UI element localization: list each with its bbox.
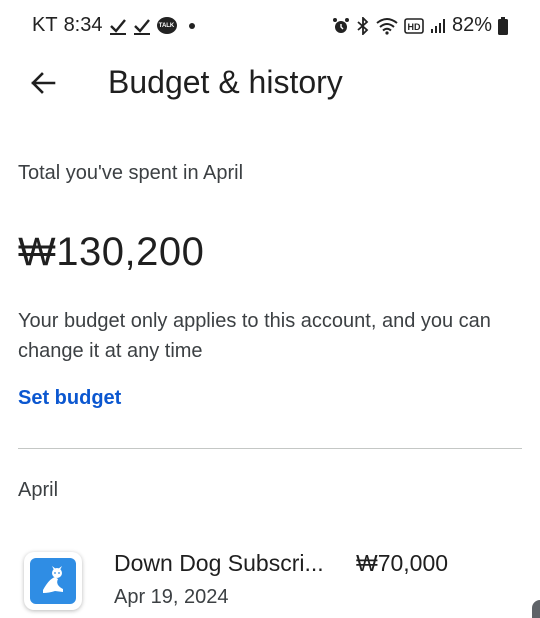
spent-amount: ₩130,200 bbox=[18, 230, 205, 274]
app-bar: Budget & history bbox=[0, 50, 540, 116]
month-header: April bbox=[18, 479, 59, 501]
battery-icon bbox=[498, 16, 508, 35]
budget-note: Your budget only applies to this account… bbox=[18, 310, 491, 362]
status-right: HD 82% bbox=[332, 14, 508, 37]
check-icon bbox=[109, 17, 127, 35]
hd-icon: HD bbox=[404, 17, 424, 34]
transaction-amount: ₩70,000 bbox=[356, 550, 449, 576]
carrier-label: KT bbox=[32, 14, 58, 36]
set-budget-button[interactable]: Set budget bbox=[18, 387, 121, 410]
page-title: Budget & history bbox=[108, 64, 343, 100]
scrollbar[interactable] bbox=[532, 600, 540, 618]
wifi-icon bbox=[376, 17, 398, 35]
status-bar: KT 8:34 TALK HD 82% bbox=[0, 0, 540, 50]
kakaotalk-icon: TALK bbox=[156, 17, 177, 34]
transaction-date: Apr 19, 2024 bbox=[114, 586, 229, 608]
arrow-back-icon bbox=[31, 72, 56, 94]
spent-label: Total you've spent in April bbox=[18, 162, 244, 184]
clock: 8:34 bbox=[63, 14, 103, 36]
alarm-icon bbox=[332, 17, 350, 35]
transaction-name: Down Dog Subscri... bbox=[114, 550, 324, 576]
back-button[interactable] bbox=[22, 62, 64, 104]
dog-icon bbox=[43, 566, 63, 593]
check-icon bbox=[133, 17, 151, 35]
notification-dot bbox=[188, 22, 195, 29]
transaction-row[interactable]: Down Dog Subscri... Apr 19, 2024 ₩70,000 bbox=[0, 538, 540, 618]
down-dog-app-icon bbox=[24, 552, 82, 610]
divider bbox=[18, 448, 522, 449]
svg-text:HD: HD bbox=[407, 22, 420, 32]
status-left: KT 8:34 TALK bbox=[32, 14, 195, 37]
bluetooth-icon bbox=[356, 16, 370, 35]
battery-percent: 82% bbox=[451, 14, 492, 36]
signal-icon bbox=[430, 18, 446, 34]
